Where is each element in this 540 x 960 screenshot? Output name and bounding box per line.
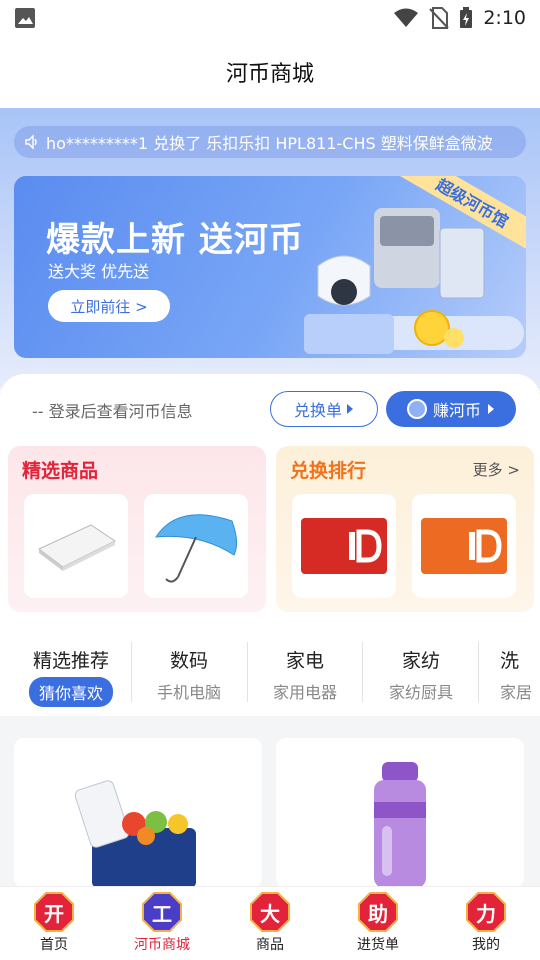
exchange-ticker[interactable]: ho*********1 兑换了 乐扣乐扣 HPL811-CHS 塑料保鲜盒微波 — [14, 126, 526, 158]
clock: 2:10 — [483, 7, 526, 29]
category-sub: 家用电器 — [272, 683, 337, 702]
category-name: 洗 — [500, 650, 520, 672]
badge-char: 大 — [260, 901, 280, 926]
category-sub: 手机电脑 — [156, 683, 221, 702]
promo-banner[interactable]: 超级河币馆 爆款上新 送河币 送大奖 优先送 立即前往 > — [14, 176, 526, 358]
ranking-product-card[interactable] — [412, 494, 516, 598]
octagon-badge-icon: 开 — [34, 892, 74, 932]
coin-stack-icon — [406, 399, 427, 419]
category-name: 数码 — [169, 650, 208, 672]
exchange-orders-label: 兑换单 — [293, 401, 342, 420]
product-card[interactable] — [276, 738, 524, 888]
image-icon — [15, 8, 35, 28]
caret-right-icon — [347, 404, 353, 414]
tab-coin-mall[interactable]: 工 河币商城 — [112, 892, 212, 954]
octagon-badge-icon: 助 — [358, 892, 398, 932]
category-name: 精选推荐 — [32, 650, 109, 672]
featured-product-card[interactable] — [144, 494, 248, 598]
badge-char: 开 — [44, 901, 64, 926]
product-card[interactable] — [14, 738, 262, 888]
category-tab-digital[interactable]: 数码 手机电脑 — [132, 646, 246, 703]
banner-title: 爆款上新 送河币 — [46, 220, 304, 260]
ranking-more-link[interactable]: 更多 > — [473, 459, 520, 480]
ranking-title: 兑换排行 — [290, 460, 367, 482]
gift-card-orange-image — [421, 518, 507, 574]
featured-product-card[interactable] — [24, 494, 128, 598]
tab-label: 进货单 — [357, 937, 399, 953]
featured-products-panel[interactable]: 精选商品 — [8, 446, 266, 612]
tab-mine[interactable]: 力 我的 — [436, 892, 536, 954]
tab-label: 我的 — [472, 937, 500, 953]
category-name: 家纺 — [401, 650, 440, 672]
exchange-orders-button[interactable]: 兑换单 — [270, 391, 378, 427]
category-tab-textiles[interactable]: 家纺 家纺厨具 — [364, 646, 478, 703]
category-sub: 家居 — [500, 683, 533, 702]
category-divider — [478, 642, 479, 702]
wifi-icon — [394, 8, 419, 27]
banner-subtitle: 送大奖 优先送 — [48, 262, 150, 281]
battery-charging-icon — [460, 7, 473, 28]
tab-label: 首页 — [40, 937, 68, 953]
page-title: 河币商城 — [225, 62, 314, 87]
tab-products[interactable]: 大 商品 — [220, 892, 320, 954]
umbrella-image — [155, 514, 238, 583]
caret-right-icon — [488, 404, 494, 414]
featured-title: 精选商品 — [22, 460, 99, 482]
category-name: 家电 — [285, 650, 324, 672]
earn-coins-label: 赚河币 — [432, 401, 481, 420]
tab-home[interactable]: 开 首页 — [4, 892, 104, 954]
tab-purchase-list[interactable]: 助 进货单 — [328, 892, 428, 954]
octagon-badge-icon: 力 — [466, 892, 506, 932]
category-tab-partial[interactable]: 洗 家居 — [480, 646, 540, 703]
exchange-ranking-panel[interactable]: 兑换排行 更多 > — [276, 446, 534, 612]
badge-char: 力 — [476, 901, 496, 926]
water-bottle-image — [374, 762, 426, 888]
category-sub: 家纺厨具 — [388, 683, 453, 702]
category-tab-featured[interactable]: 精选推荐 猜你喜欢 — [14, 646, 128, 707]
tab-label: 商品 — [256, 937, 284, 953]
gift-card-red-image — [301, 518, 387, 574]
badge-char: 助 — [368, 901, 388, 926]
category-tab-appliances[interactable]: 家电 家用电器 — [248, 646, 362, 703]
octagon-badge-icon: 工 — [142, 892, 182, 932]
banner-go-button[interactable]: 立即前往 > — [48, 290, 170, 322]
login-hint[interactable]: -- 登录后查看河币信息 — [32, 398, 193, 422]
power-bank-image — [38, 524, 116, 571]
octagon-badge-icon: 大 — [250, 892, 290, 932]
category-sub-selected: 猜你喜欢 — [28, 677, 113, 707]
category-divider — [362, 642, 363, 702]
title-bar: 河币商城 — [0, 36, 540, 108]
badge-char: 工 — [152, 901, 172, 926]
ticker-text: ho*********1 兑换了 乐扣乐扣 HPL811-CHS 塑料保鲜盒微波 — [46, 134, 493, 153]
ranking-product-card[interactable] — [292, 494, 396, 598]
speaker-icon — [25, 134, 37, 150]
status-bar: 2:10 — [0, 0, 540, 36]
earn-coins-button[interactable]: 赚河币 — [386, 391, 516, 427]
no-sim-icon — [429, 7, 450, 29]
cooler-box-image — [74, 780, 196, 888]
tab-label: 河币商城 — [134, 937, 190, 953]
banner-products-illustration — [304, 208, 524, 354]
